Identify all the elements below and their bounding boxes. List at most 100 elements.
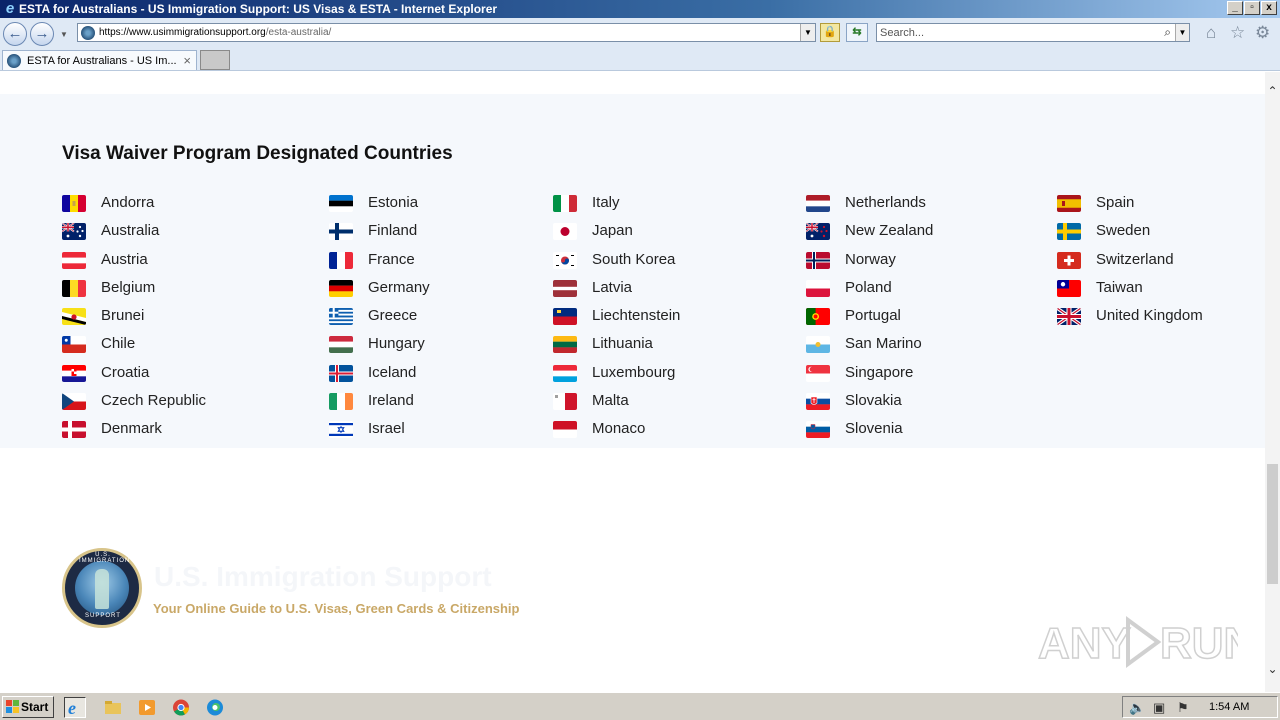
footer-tagline: Your Online Guide to U.S. Visas, Green C… [153, 601, 520, 616]
navigation-bar: ← → ▼ https://www.usimmigrationsupport.o… [0, 18, 1280, 48]
search-input[interactable] [880, 26, 1150, 40]
scroll-down-icon[interactable]: ⌄ [1265, 662, 1280, 676]
slovakia-flag-icon [806, 393, 830, 411]
browser-window: e ESTA for Australians - US Immigration … [0, 0, 1280, 720]
close-window-button[interactable]: x [1261, 1, 1277, 15]
statue-of-liberty-icon [95, 569, 109, 609]
home-icon[interactable]: ⌂ [1206, 24, 1216, 42]
ireland-flag-icon [329, 393, 353, 411]
history-dropdown-icon[interactable]: ▼ [60, 30, 68, 39]
country-name: Austria [101, 250, 148, 268]
country-name: Czech Republic [101, 392, 207, 410]
security-lock-icon[interactable]: 🔒 [820, 23, 840, 42]
vertical-scrollbar[interactable]: ⌃ ⌄ [1265, 72, 1280, 692]
country-name: Latvia [592, 278, 633, 296]
czech-republic-flag-icon [62, 393, 86, 411]
close-tab-icon[interactable]: × [183, 53, 191, 68]
address-bar[interactable]: https://www.usimmigrationsupport.org/est… [77, 23, 816, 42]
media-player-icon [139, 700, 155, 715]
country-name: Estonia [368, 194, 419, 211]
address-dropdown-button[interactable]: ▼ [800, 24, 815, 41]
chrome-taskbar-button[interactable] [170, 697, 192, 718]
anyrun-watermark: ANY RUN [1037, 610, 1256, 670]
address-url[interactable]: https://www.usimmigrationsupport.org/est… [99, 27, 331, 38]
back-button[interactable]: ← [3, 22, 27, 46]
restore-button[interactable]: ▫ [1244, 1, 1260, 15]
site-logo[interactable]: U.S. IMMIGRATION SUPPORT [62, 548, 142, 628]
country-name: Monaco [592, 420, 646, 438]
clock[interactable]: 1:54 AM [1209, 701, 1249, 713]
country-name: Ireland [368, 392, 414, 410]
internet-explorer-icon: e [68, 698, 76, 718]
poland-flag-icon [806, 279, 830, 297]
hungary-flag-icon [329, 336, 353, 354]
austria-flag-icon [62, 251, 86, 269]
singapore-flag-icon [806, 364, 830, 382]
denmark-flag-icon [62, 421, 86, 439]
settings-gear-icon[interactable]: ⚙ [1255, 24, 1270, 42]
logo-ring-top: U.S. IMMIGRATION [79, 552, 131, 564]
new-tab-button[interactable] [200, 50, 230, 70]
greece-flag-icon [329, 308, 353, 326]
file-explorer-taskbar-button[interactable] [102, 697, 124, 718]
netherlands-flag-icon [806, 195, 830, 212]
action-center-flag-icon[interactable]: ⚑ [1177, 700, 1189, 716]
japan-flag-icon [553, 223, 577, 241]
refresh-button[interactable]: ⇆ [846, 23, 868, 42]
favorites-star-icon[interactable]: ☆ [1230, 24, 1245, 42]
country-name: Portugal [845, 307, 901, 325]
germany-flag-icon [329, 279, 353, 297]
internet-explorer-taskbar-button[interactable]: e [64, 697, 86, 718]
country-name: Australia [101, 222, 160, 240]
israel-flag-icon [329, 421, 353, 439]
country-name: Andorra [101, 194, 155, 211]
country-name: Italy [592, 194, 620, 211]
country-name: Singapore [845, 363, 914, 381]
country-name: San Marino [845, 335, 922, 353]
country-name: Greece [368, 307, 418, 325]
vwp-countries-panel: Visa Waiver Program Designated Countries… [0, 94, 1265, 448]
taiwan-flag-icon [1057, 279, 1081, 297]
chile-flag-icon [62, 336, 86, 354]
footer-brand-name[interactable]: U.S. Immigration Support [154, 561, 492, 593]
search-icon[interactable]: ⌕ [1164, 25, 1171, 40]
section-title: Visa Waiver Program Designated Countries [62, 143, 453, 164]
croatia-flag-icon [62, 364, 86, 382]
svg-text:ANY: ANY [1038, 619, 1131, 668]
country-name: Norway [845, 250, 896, 268]
country-name: Israel [368, 420, 405, 438]
country-name: Japan [592, 222, 633, 240]
search-dropdown-button[interactable]: ▼ [1175, 24, 1189, 41]
country-name: Netherlands [845, 194, 926, 211]
tab-esta-australia[interactable]: ESTA for Australians - US Im... × [2, 50, 197, 70]
logo-ring-bottom: SUPPORT [85, 613, 121, 619]
iceland-flag-icon [329, 364, 353, 382]
andorra-flag-icon [62, 195, 86, 212]
edge-taskbar-button[interactable] [204, 697, 226, 718]
media-player-taskbar-button[interactable] [136, 697, 158, 718]
scroll-thumb[interactable] [1267, 464, 1278, 584]
country-name: South Korea [592, 250, 676, 268]
search-box[interactable]: ⌕ ▼ [876, 23, 1190, 42]
italy-flag-icon [553, 195, 577, 212]
switzerland-flag-icon [1057, 251, 1081, 269]
country-name: France [368, 250, 415, 268]
country-name: Switzerland [1096, 250, 1174, 268]
malta-flag-icon [553, 393, 577, 411]
scroll-up-icon[interactable]: ⌃ [1265, 84, 1280, 98]
country-name: Taiwan [1096, 278, 1143, 296]
window-title: ESTA for Australians - US Immigration Su… [19, 2, 498, 16]
country-name: Brunei [101, 307, 145, 325]
france-flag-icon [329, 251, 353, 269]
country-name: Luxembourg [592, 363, 676, 381]
start-button[interactable]: Start [2, 696, 54, 718]
country-name: Poland [845, 278, 892, 296]
forward-button[interactable]: → [30, 22, 54, 46]
minimize-button[interactable]: _ [1227, 1, 1243, 15]
volume-icon[interactable]: 🔈 [1129, 700, 1145, 716]
united-kingdom-flag-icon [1057, 308, 1081, 326]
internet-explorer-icon: e [5, 0, 15, 17]
network-icon[interactable]: ▣ [1153, 700, 1165, 716]
svg-text:RUN: RUN [1160, 619, 1238, 668]
svg-text:e: e [68, 698, 76, 717]
